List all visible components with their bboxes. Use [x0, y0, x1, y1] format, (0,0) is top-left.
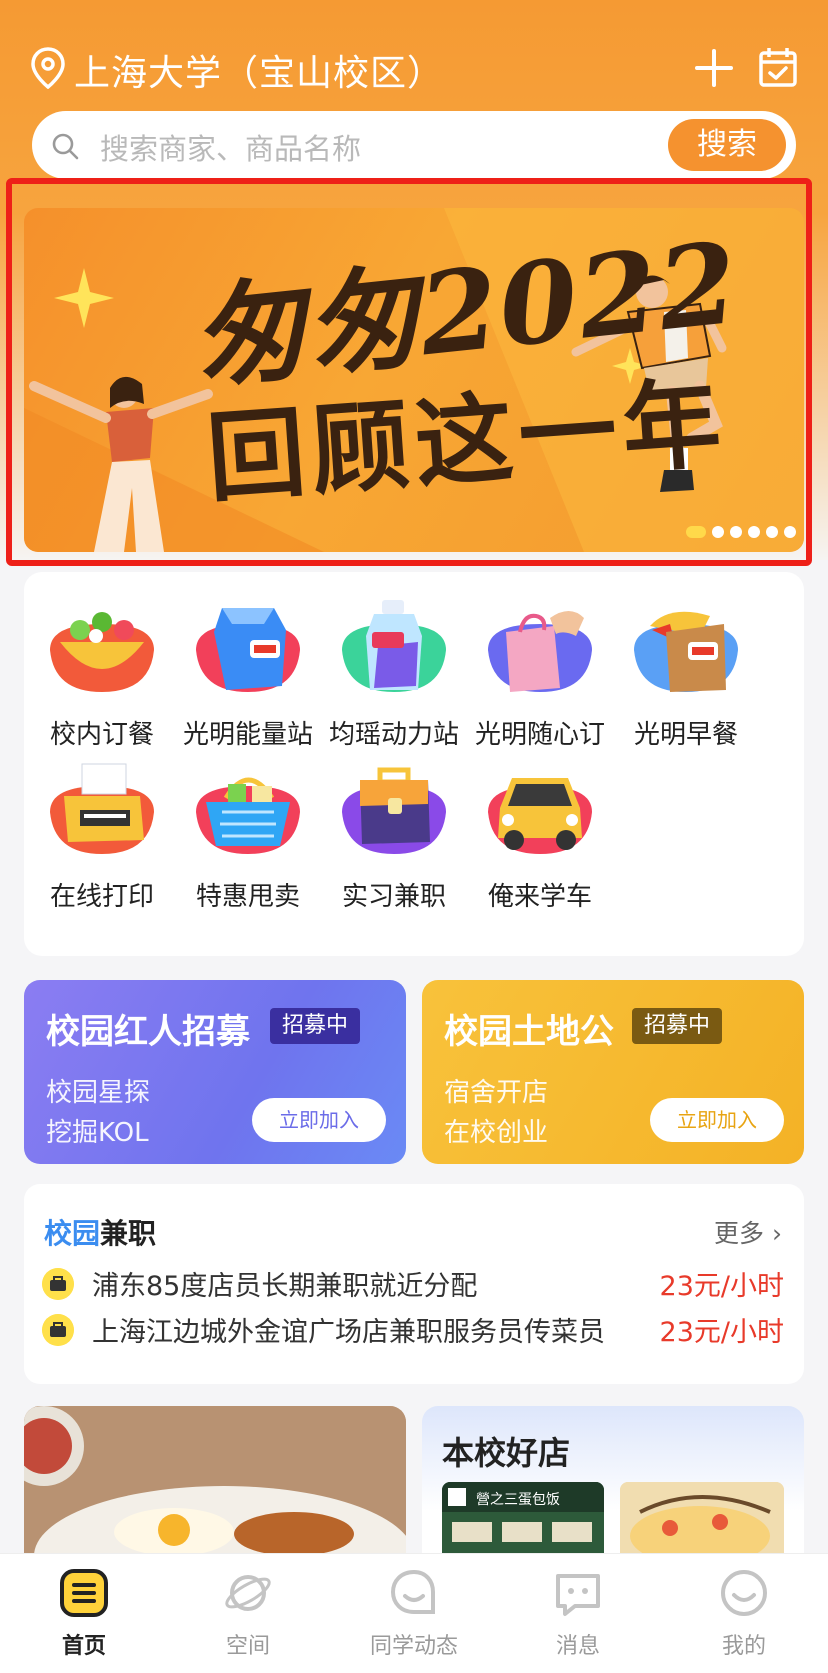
search-bar[interactable]: 搜索商家、商品名称 搜索 [32, 111, 796, 179]
category-online-print[interactable]: 在线打印 [24, 758, 180, 913]
job-title: 上海江边城外金谊广场店兼职服务员传菜员 [92, 1317, 605, 1348]
briefcase-icon [342, 767, 446, 854]
shop-dish [620, 1482, 784, 1556]
plus-icon[interactable] [694, 48, 734, 88]
category-energy-station[interactable]: 光明能量站 [170, 596, 326, 751]
shop-photo[interactable]: 營之三蛋包饭 [442, 1482, 604, 1556]
promo-line: 宿舍开店 [444, 1078, 549, 1108]
category-label: 在线打印 [49, 882, 154, 912]
job-pay: 23元/小时 [659, 1271, 784, 1302]
promo-line: 校园星探 [46, 1078, 151, 1108]
tab-home[interactable]: 首页 [24, 1568, 144, 1660]
printer-icon [50, 763, 154, 854]
section-title: 校园兼职 [44, 1212, 156, 1252]
tab-label: 我的 [721, 1634, 766, 1659]
campus-location[interactable]: 上海大学（宝山校区） [74, 44, 444, 96]
category-label: 光明能量站 [182, 720, 313, 750]
promo-line: 在校创业 [444, 1118, 549, 1148]
good-shops-card[interactable]: 本校好店 營之三蛋包饭 [422, 1406, 804, 1556]
tab-label: 同学动态 [369, 1634, 458, 1659]
smile-bubble-icon [390, 1569, 435, 1614]
category-driving-school[interactable]: 俺来学车 [462, 758, 618, 913]
category-bright-breakfast[interactable]: 光明早餐 [608, 596, 764, 751]
car-icon [488, 778, 592, 854]
campus-jobs-section: 校园兼职 更多 › 浦东85度店员长期兼职就近分配 23元/小时 上海江边城外金… [24, 1184, 804, 1384]
tab-profile[interactable]: 我的 [684, 1568, 804, 1660]
food-bowl-icon [50, 612, 154, 692]
more-link[interactable]: 更多 › [714, 1214, 782, 1250]
app-header: 上海大学（宝山校区） [0, 0, 828, 110]
banner-highlight-frame [6, 178, 812, 566]
join-now-button[interactable]: 立即加入 [650, 1098, 784, 1142]
shop-storefront: 營之三蛋包饭 [442, 1482, 604, 1542]
location-pin-icon[interactable] [30, 47, 66, 89]
category-label: 特惠甩卖 [195, 882, 300, 912]
category-grid: 校内订餐 光明能量站 均瑶动力站 光明随心订 光明早餐 在线打印 特惠甩卖 实习… [24, 572, 804, 956]
promo-card-landlord[interactable]: 校园土地公 招募中 宿舍开店 在校创业 立即加入 [422, 980, 804, 1164]
category-label: 光明随心订 [474, 720, 605, 750]
job-item[interactable]: 浦东85度店员长期兼职就近分配 23元/小时 [42, 1264, 788, 1304]
section-title: 本校好店 [442, 1434, 571, 1472]
shopping-basket-icon [196, 777, 300, 854]
home-icon [60, 1569, 108, 1617]
food-photo [24, 1406, 406, 1556]
tab-label: 首页 [61, 1634, 106, 1659]
category-special-sale[interactable]: 特惠甩卖 [170, 758, 326, 913]
recruiting-badge: 招募中 [270, 1008, 361, 1044]
tab-messages[interactable]: 消息 [518, 1568, 638, 1660]
job-pay: 23元/小时 [659, 1317, 784, 1348]
title-rest: 兼职 [100, 1217, 157, 1250]
title-highlight: 校园 [44, 1217, 101, 1250]
search-input[interactable]: 搜索商家、商品名称 [100, 126, 361, 168]
planet-icon [225, 1575, 271, 1611]
job-briefcase-icon [42, 1314, 74, 1346]
job-title: 浦东85度店员长期兼职就近分配 [92, 1271, 478, 1302]
promo-title: 校园土地公 [444, 1012, 614, 1052]
category-juneyao-station[interactable]: 均瑶动力站 [316, 596, 472, 751]
category-label: 俺来学车 [487, 882, 592, 912]
job-briefcase-icon [42, 1268, 74, 1300]
shop-photo[interactable] [620, 1482, 784, 1556]
job-item[interactable]: 上海江边城外金谊广场店兼职服务员传菜员 23元/小时 [42, 1310, 788, 1350]
promo-title: 校园红人招募 [46, 1012, 250, 1052]
search-icon [52, 133, 79, 160]
tab-label: 消息 [555, 1634, 600, 1659]
drink-bottle-icon [342, 600, 446, 692]
category-label: 实习兼职 [341, 882, 446, 912]
promo-card-influencer[interactable]: 校园红人招募 招募中 校园星探 挖掘KOL 立即加入 [24, 980, 406, 1164]
shopping-bag-icon [488, 611, 592, 692]
category-label: 光明早餐 [633, 720, 738, 750]
category-label: 校内订餐 [49, 720, 154, 750]
calendar-check-icon[interactable] [758, 46, 798, 88]
food-photo-card[interactable] [24, 1406, 406, 1556]
profile-icon [721, 1570, 767, 1616]
bread-bag-icon [634, 611, 738, 692]
tab-space[interactable]: 空间 [188, 1568, 308, 1660]
tab-label: 空间 [225, 1634, 270, 1659]
category-label: 均瑶动力站 [328, 720, 459, 750]
join-now-button[interactable]: 立即加入 [252, 1098, 386, 1142]
category-campus-order[interactable]: 校内订餐 [24, 596, 180, 751]
recruiting-badge: 招募中 [632, 1008, 723, 1044]
category-bright-order[interactable]: 光明随心订 [462, 596, 618, 751]
promo-line: 挖掘KOL [46, 1118, 149, 1148]
shop-sign: 營之三蛋包饭 [476, 1492, 560, 1508]
milk-carton-icon [196, 608, 300, 692]
bottom-tab-bar: 首页 空间 同学动态 消息 我的 [0, 1553, 828, 1673]
category-internship[interactable]: 实习兼职 [316, 758, 472, 913]
tab-classmates[interactable]: 同学动态 [354, 1568, 474, 1660]
search-button[interactable]: 搜索 [668, 119, 786, 171]
message-icon [556, 1574, 600, 1616]
